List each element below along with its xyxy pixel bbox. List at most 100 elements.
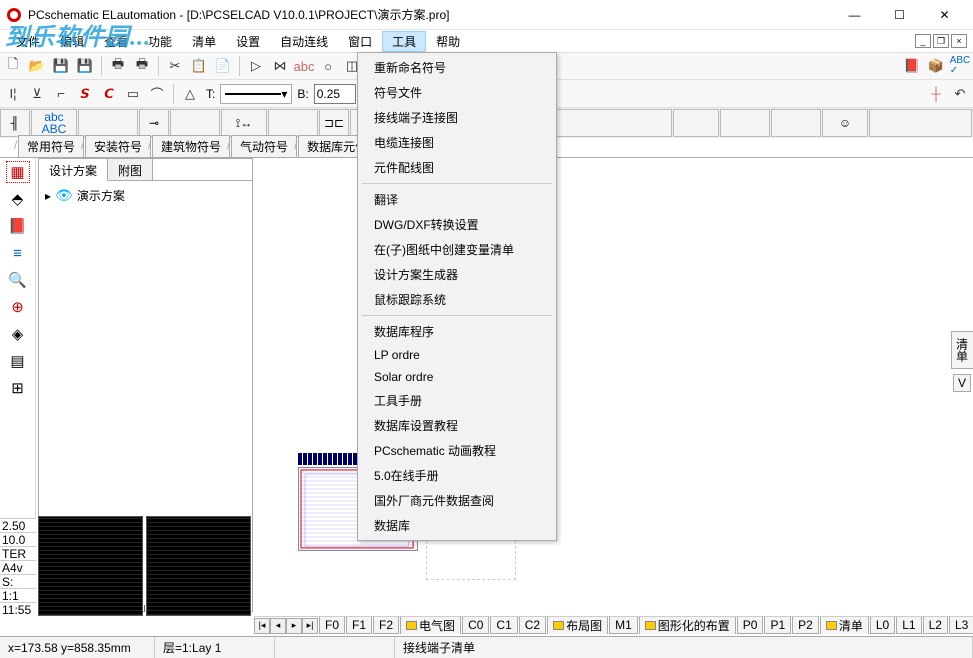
sheet-tab[interactable]: F1 [346,617,372,634]
right-tab-list[interactable]: 清单 [951,331,973,369]
menu-project-generator[interactable]: 设计方案生成器 [360,262,554,287]
paste-icon[interactable]: 📄 [212,55,234,77]
sheet-tab[interactable]: 布局图 [547,616,608,634]
menu-mouse-tracking[interactable]: 鼠标跟踪系统 [360,287,554,312]
sheet-tab[interactable]: P1 [764,617,791,634]
package-icon[interactable]: 📦 [925,55,947,77]
menu-list[interactable]: 清单 [182,31,226,52]
diamond-icon[interactable]: ◈ [6,323,30,345]
print-icon[interactable]: 🖶 [107,55,129,77]
crosshair-icon[interactable]: ⊕ [6,296,30,318]
menu-translate[interactable]: 翻译 [360,187,554,212]
prop-cell-3[interactable] [78,109,138,137]
sheet-tab[interactable]: L1 [896,617,921,634]
menu-animation-tutorial[interactable]: PCschematic 动画教程 [360,438,554,463]
prop-abc[interactable]: abc ABC [31,109,77,137]
search-icon[interactable]: 🔍 [6,269,30,291]
menu-db-setup-tutorial[interactable]: 数据库设置教程 [360,413,554,438]
sheet-tab[interactable]: 清单 [820,616,869,634]
cut-icon[interactable]: ✂ [164,55,186,77]
menu-view[interactable]: 查看 [94,31,138,52]
snap-icon[interactable]: ┼ [925,83,947,105]
prop-cell-14[interactable] [771,109,821,137]
mdi-minimize[interactable]: _ [915,34,931,48]
sheet-tab[interactable]: C2 [519,617,546,634]
preview-2[interactable] [146,516,251,616]
save-icon[interactable]: 💾 [50,55,72,77]
book-icon[interactable]: 📕 [901,55,923,77]
sheet-nav-prev[interactable]: ◂ [270,618,286,634]
prop-face-icon[interactable]: ☺ [822,109,868,137]
sheet-tab[interactable]: 电气图 [400,616,461,634]
sheet-tab[interactable]: L2 [923,617,948,634]
expand-icon[interactable]: ▸ [45,189,51,203]
prop-cell-5[interactable] [170,109,220,137]
sheet-tab[interactable]: 图形化的布置 [639,616,736,634]
line-type-1-icon[interactable]: I¦ [2,83,24,105]
open-icon[interactable]: 📂 [26,55,48,77]
right-collapse-button[interactable]: V [953,374,971,392]
tab-install[interactable]: 安装符号 [85,135,151,157]
tab-building[interactable]: 建筑物符号 [152,135,230,157]
book2-icon[interactable]: 📕 [6,215,30,237]
grid-icon[interactable]: ▦ [6,161,30,183]
menu-symbol-file[interactable]: 符号文件 [360,80,554,105]
menu-lp-ordre[interactable]: LP ordre [360,344,554,366]
menu-rename-symbol[interactable]: 重新命名符号 [360,55,554,80]
menu-tool-handbook[interactable]: 工具手册 [360,388,554,413]
line-type-4-icon[interactable]: 𝙎 [74,83,96,105]
close-button[interactable]: ✕ [922,1,967,29]
maximize-button[interactable]: ☐ [877,1,922,29]
menu-terminal-connection[interactable]: 接线端子连接图 [360,105,554,130]
tab-common[interactable]: 常用符号 [18,135,84,157]
new-icon[interactable]: 🗋 [2,55,24,77]
menu-settings[interactable]: 设置 [226,31,270,52]
line-type-2-icon[interactable]: ⊻ [26,83,48,105]
menu-solar-ordre[interactable]: Solar ordre [360,366,554,388]
sheet-tab[interactable]: C0 [462,617,489,634]
sheet-tab[interactable]: L3 [949,617,973,634]
prop-comp-icon[interactable]: ⊐⊏ [319,109,349,137]
menu-edit[interactable]: 编辑 [50,31,94,52]
prop-cell-fill[interactable] [869,109,972,137]
text-icon[interactable]: abc [293,55,315,77]
menu-window[interactable]: 窗口 [338,31,382,52]
preview-1[interactable] [38,516,143,616]
mdi-close[interactable]: × [951,34,967,48]
print-preview-icon[interactable]: 🖶 [131,55,153,77]
tab-pneumatic[interactable]: 气动符号 [231,135,297,157]
tree-tab-attach[interactable]: 附图 [108,159,153,180]
nav-icon[interactable]: ⬘ [6,188,30,210]
prop-cell-13[interactable] [720,109,770,137]
prop-cell-12[interactable] [673,109,719,137]
save-all-icon[interactable]: 💾 [74,55,96,77]
menu-cable-connection[interactable]: 电缆连接图 [360,130,554,155]
tree-node-root[interactable]: ▸ 👁 演示方案 [45,187,246,204]
sheet-tab[interactable]: F0 [319,617,345,634]
copy-icon[interactable]: 📋 [188,55,210,77]
spellcheck-icon[interactable]: ABC✓ [949,55,971,77]
menu-online-handbook[interactable]: 5.0在线手册 [360,463,554,488]
sheet-tab[interactable]: F2 [373,617,399,634]
sheet-tab[interactable]: C1 [490,617,517,634]
menu-dwg-dxf[interactable]: DWG/DXF转换设置 [360,212,554,237]
b-input[interactable] [314,84,356,104]
line-style-select[interactable]: ▾ [220,84,292,104]
symbol-icon[interactable]: ⋈ [269,55,291,77]
menu-help[interactable]: 帮助 [426,31,470,52]
menu-function[interactable]: 功能 [138,31,182,52]
circle-icon[interactable]: ○ [317,55,339,77]
sheet-tab[interactable]: P0 [737,617,764,634]
arc-icon[interactable]: ⌒ [146,83,168,105]
sheet-nav-next[interactable]: ▸ [286,618,302,634]
prop-arrow-icon[interactable]: ⟟↔ [221,109,267,137]
sheet-nav-last[interactable]: ▸| [302,618,318,634]
table-icon[interactable]: ⊞ [6,377,30,399]
undo-icon[interactable]: ↶ [949,83,971,105]
menu-autowire[interactable]: 自动连线 [270,31,338,52]
triangle-icon[interactable]: △ [179,83,201,105]
sheet-tab[interactable]: M1 [609,617,638,634]
line-type-5-icon[interactable]: 𝘾 [98,83,120,105]
menu-file[interactable]: 文件 [6,31,50,52]
select-icon[interactable]: ▷ [245,55,267,77]
